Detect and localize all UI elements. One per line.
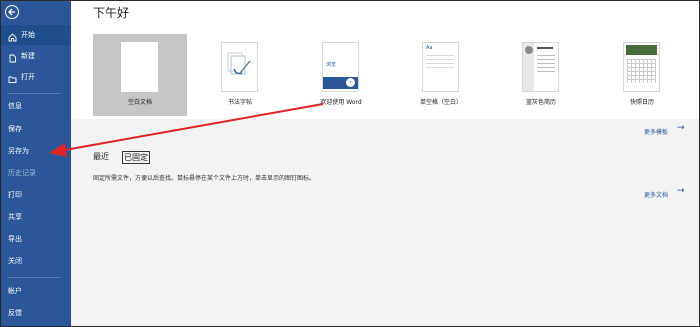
pinned-hint-text: 固定所需文件，方便以后查找。鼠标悬停在某个文件上方时，单击显示的图钉图标。 — [93, 175, 316, 182]
nav-history-label: 历史记录 — [8, 169, 36, 177]
header: 下午好 — [71, 1, 699, 24]
template-label: 书法字帖 — [227, 99, 252, 106]
thumbnail-text: 浏览 — [326, 62, 337, 68]
new-document-icon — [8, 51, 17, 63]
open-folder-icon — [8, 72, 17, 83]
tab-recent[interactable]: 最近 — [93, 151, 109, 162]
template-single-spaced[interactable]: Aa 单空格（空白） — [394, 34, 488, 116]
template-thumbnail — [121, 42, 158, 92]
resume-heading — [537, 47, 553, 49]
nav-info-label: 信息 — [8, 102, 22, 110]
calendar-grid — [627, 59, 656, 83]
template-label: 蓝灰色简历 — [525, 99, 556, 106]
template-thumbnail: Aa — [422, 42, 459, 92]
arrow-circle-icon: › — [346, 78, 355, 87]
nav-open[interactable]: 打开 — [1, 67, 71, 87]
sidebar-divider — [7, 277, 61, 278]
nav-print[interactable]: 打印 — [1, 185, 71, 205]
nav-save-as[interactable]: 另存为 — [1, 141, 71, 161]
backstage-sidebar: 开始 新建 打开 信息 保存 另存为 历史记录 打印 共享 导出 关闭 帐户 反… — [1, 1, 71, 326]
nav-save-as-label: 另存为 — [8, 147, 29, 155]
template-welcome-word[interactable]: 浏览 › 欢迎使用 Word — [294, 34, 388, 116]
nav-new-label: 新建 — [21, 52, 35, 60]
nav-close[interactable]: 关闭 — [1, 251, 71, 271]
resume-lines — [537, 55, 555, 56]
back-arrow-icon[interactable] — [5, 5, 19, 19]
template-thumbnail — [522, 42, 559, 92]
calendar-photo — [626, 45, 657, 55]
template-blank-document[interactable]: 空白文档 — [93, 34, 187, 116]
nav-print-label: 打印 — [8, 191, 22, 199]
thumbnail-text: Aa — [426, 45, 433, 51]
text-lines — [426, 55, 454, 56]
nav-home-label: 开始 — [21, 31, 35, 39]
template-thumbnail — [221, 42, 258, 92]
calligraphy-brush-icon — [227, 52, 251, 75]
template-label: 快照日历 — [629, 99, 654, 106]
arrow-right-icon: → — [677, 123, 685, 133]
avatar — [525, 46, 533, 54]
template-calligraphy[interactable]: 书法字帖 — [193, 34, 287, 116]
backstage-main: 下午好 空白文档 书法字帖 浏览 › 欢迎使用 Word Aa 单空格（空白） … — [71, 1, 699, 326]
nav-info[interactable]: 信息 — [1, 96, 71, 116]
nav-save-label: 保存 — [8, 125, 22, 133]
nav-export-label: 导出 — [8, 235, 22, 243]
nav-account-label: 帐户 — [8, 287, 22, 295]
word-backstage-window: 开始 新建 打开 信息 保存 另存为 历史记录 打印 共享 导出 关闭 帐户 反… — [0, 0, 700, 327]
nav-share-label: 共享 — [8, 213, 22, 221]
template-thumbnail: 浏览 › — [322, 42, 359, 92]
nav-account[interactable]: 帐户 — [1, 281, 71, 301]
nav-feedback-label: 反馈 — [8, 309, 22, 317]
greeting-title: 下午好 — [93, 6, 130, 20]
template-label: 单空格（空白） — [419, 99, 462, 106]
arrow-right-icon: → — [677, 186, 685, 196]
nav-feedback[interactable]: 反馈 — [1, 303, 71, 323]
nav-history[interactable]: 历史记录 — [1, 163, 71, 183]
more-templates-link[interactable]: 更多模板 — [644, 127, 668, 136]
template-label: 欢迎使用 Word — [320, 99, 362, 106]
template-blue-gray-resume[interactable]: 蓝灰色简历 — [494, 34, 588, 116]
template-snapshot-calendar[interactable]: 快照日历 — [595, 34, 689, 116]
home-icon — [8, 30, 17, 42]
more-documents-link[interactable]: 更多文档 — [644, 190, 668, 199]
nav-close-label: 关闭 — [8, 257, 22, 265]
nav-open-label: 打开 — [21, 73, 35, 81]
sidebar-divider — [7, 93, 61, 94]
nav-share[interactable]: 共享 — [1, 207, 71, 227]
template-gallery: 空白文档 书法字帖 浏览 › 欢迎使用 Word Aa 单空格（空白） 蓝灰色简… — [71, 23, 699, 119]
nav-new[interactable]: 新建 — [1, 46, 71, 66]
nav-export[interactable]: 导出 — [1, 229, 71, 249]
nav-save[interactable]: 保存 — [1, 119, 71, 139]
template-label: 空白文档 — [127, 99, 152, 106]
tab-pinned[interactable]: 已固定 — [122, 151, 150, 164]
template-thumbnail — [623, 42, 660, 92]
nav-home[interactable]: 开始 — [1, 25, 71, 45]
